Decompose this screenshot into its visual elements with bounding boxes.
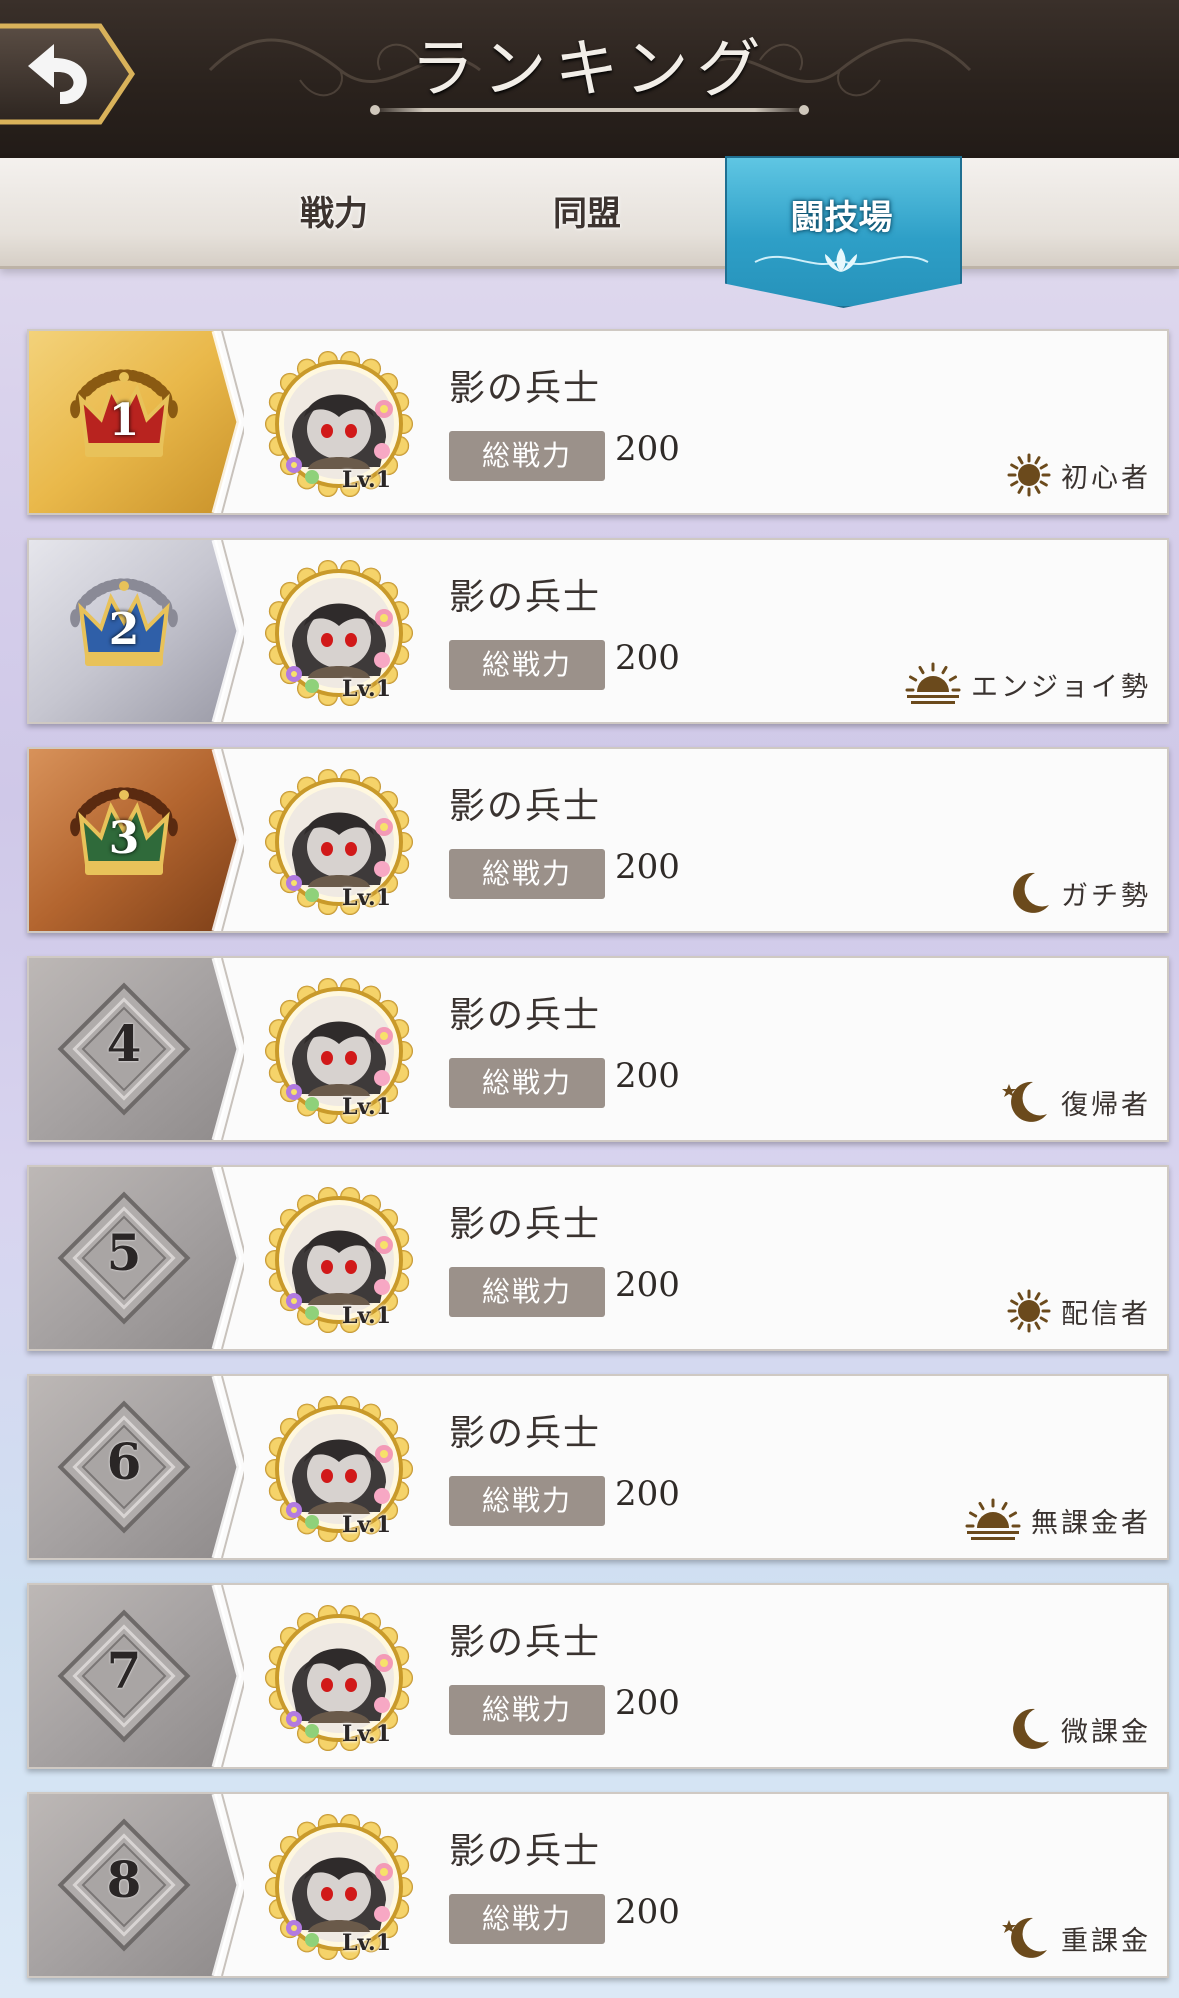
moon-stars-icon: [997, 1078, 1053, 1126]
player-status: エンジョイ勢: [903, 660, 1151, 708]
total-power-label: 総戦力: [449, 1058, 605, 1108]
ranking-row[interactable]: 2 Lv.1 影の兵士 総戦力 200 エンジョイ勢: [27, 538, 1169, 724]
player-name: 影の兵士: [449, 577, 602, 618]
status-label: 重課金: [1061, 1925, 1151, 1957]
level-badge: Lv.1: [342, 1512, 392, 1538]
rank-number: 2: [108, 604, 140, 655]
avatar[interactable]: Lv.1: [262, 1810, 417, 1965]
rank-number: 8: [106, 1850, 142, 1909]
ranking-row[interactable]: 6 Lv.1 影の兵士 総戦力 200 無課金者: [27, 1374, 1169, 1560]
total-power-label: 総戦力: [449, 431, 605, 481]
rank-number: 3: [108, 813, 140, 864]
crescent-moon-icon: [1005, 1705, 1053, 1753]
rank-number: 5: [106, 1223, 142, 1282]
status-label: エンジョイ勢: [971, 671, 1151, 703]
avatar[interactable]: Lv.1: [262, 1392, 417, 1547]
status-label: 復帰者: [1061, 1089, 1151, 1121]
total-power-label: 総戦力: [449, 1685, 605, 1735]
level-badge: Lv.1: [342, 885, 392, 911]
player-status: 初心者: [1005, 451, 1151, 499]
rank-medal: 4: [49, 974, 199, 1124]
rank-medal: 7: [49, 1601, 199, 1751]
total-power-value: 200: [615, 1683, 680, 1723]
lotus-ornament-icon: [754, 248, 929, 272]
player-name: 影の兵士: [449, 368, 602, 409]
total-power-label: 総戦力: [449, 1894, 605, 1944]
total-power-value: 200: [615, 847, 680, 887]
total-power-value: 200: [615, 1892, 680, 1932]
avatar[interactable]: Lv.1: [262, 974, 417, 1129]
player-name: 影の兵士: [449, 1622, 602, 1663]
sun-icon: [1005, 1287, 1053, 1335]
player-status: 復帰者: [997, 1078, 1151, 1126]
level-badge: Lv.1: [342, 676, 392, 702]
rank-medal: 8: [49, 1810, 199, 1960]
avatar[interactable]: Lv.1: [262, 1601, 417, 1756]
player-name: 影の兵士: [449, 1831, 602, 1872]
rank-medal: 1: [49, 347, 199, 497]
status-label: 無課金者: [1031, 1507, 1151, 1539]
rank-medal: 2: [49, 556, 199, 706]
player-name: 影の兵士: [449, 786, 602, 827]
status-label: 初心者: [1061, 462, 1151, 494]
avatar[interactable]: Lv.1: [262, 1183, 417, 1338]
sunset-icon: [903, 660, 963, 708]
rank-number: 6: [106, 1432, 142, 1491]
rank-number: 7: [106, 1641, 142, 1700]
ranking-row[interactable]: 5 Lv.1 影の兵士 総戦力 200 配信者: [27, 1165, 1169, 1351]
rank-medal: 6: [49, 1392, 199, 1542]
ranking-row[interactable]: 1 Lv.1 影の兵士 総戦力 200 初心者: [27, 329, 1169, 515]
rank-medal: 5: [49, 1183, 199, 1333]
level-badge: Lv.1: [342, 1721, 392, 1747]
header-bar: ランキング: [0, 0, 1179, 162]
tab-arena[interactable]: 闘技場: [725, 190, 958, 239]
player-name: 影の兵士: [449, 995, 602, 1036]
player-name: 影の兵士: [449, 1204, 602, 1245]
rank-number: 4: [106, 1014, 142, 1073]
status-label: 微課金: [1061, 1716, 1151, 1748]
rank-number: 1: [108, 395, 140, 446]
ranking-row[interactable]: 4 Lv.1 影の兵士 総戦力 200 復帰者: [27, 956, 1169, 1142]
ranking-row[interactable]: 8 Lv.1 影の兵士 総戦力 200 重課金: [27, 1792, 1169, 1978]
total-power-value: 200: [615, 1474, 680, 1514]
page-title: ランキング: [410, 33, 769, 107]
tab-alliance[interactable]: 同盟: [553, 186, 621, 235]
level-badge: Lv.1: [342, 1303, 392, 1329]
total-power-label: 総戦力: [449, 640, 605, 690]
title-underline: [370, 105, 809, 115]
player-status: ガチ勢: [1005, 869, 1151, 917]
ranking-row[interactable]: 3 Lv.1 影の兵士 総戦力 200 ガチ勢: [27, 747, 1169, 933]
player-name: 影の兵士: [449, 1413, 602, 1454]
player-status: 微課金: [1005, 1705, 1151, 1753]
status-label: 配信者: [1061, 1298, 1151, 1330]
avatar[interactable]: Lv.1: [262, 347, 417, 502]
total-power-label: 総戦力: [449, 849, 605, 899]
avatar[interactable]: Lv.1: [262, 765, 417, 920]
level-badge: Lv.1: [342, 1930, 392, 1956]
level-badge: Lv.1: [342, 1094, 392, 1120]
player-status: 重課金: [997, 1914, 1151, 1962]
total-power-value: 200: [615, 429, 680, 469]
sun-icon: [1005, 451, 1053, 499]
moon-stars-icon: [997, 1914, 1053, 1962]
crescent-moon-icon: [1005, 869, 1053, 917]
total-power-label: 総戦力: [449, 1267, 605, 1317]
player-status: 配信者: [1005, 1287, 1151, 1335]
player-status: 無課金者: [963, 1496, 1151, 1544]
status-label: ガチ勢: [1061, 880, 1151, 912]
rank-medal: 3: [49, 765, 199, 915]
sunset-icon: [963, 1496, 1023, 1544]
ranking-row[interactable]: 7 Lv.1 影の兵士 総戦力 200 微課金: [27, 1583, 1169, 1769]
avatar[interactable]: Lv.1: [262, 556, 417, 711]
back-button[interactable]: [0, 20, 138, 128]
level-badge: Lv.1: [342, 467, 392, 493]
total-power-value: 200: [615, 638, 680, 678]
total-power-value: 200: [615, 1265, 680, 1305]
total-power-label: 総戦力: [449, 1476, 605, 1526]
total-power-value: 200: [615, 1056, 680, 1096]
tab-power[interactable]: 戦力: [300, 186, 368, 235]
